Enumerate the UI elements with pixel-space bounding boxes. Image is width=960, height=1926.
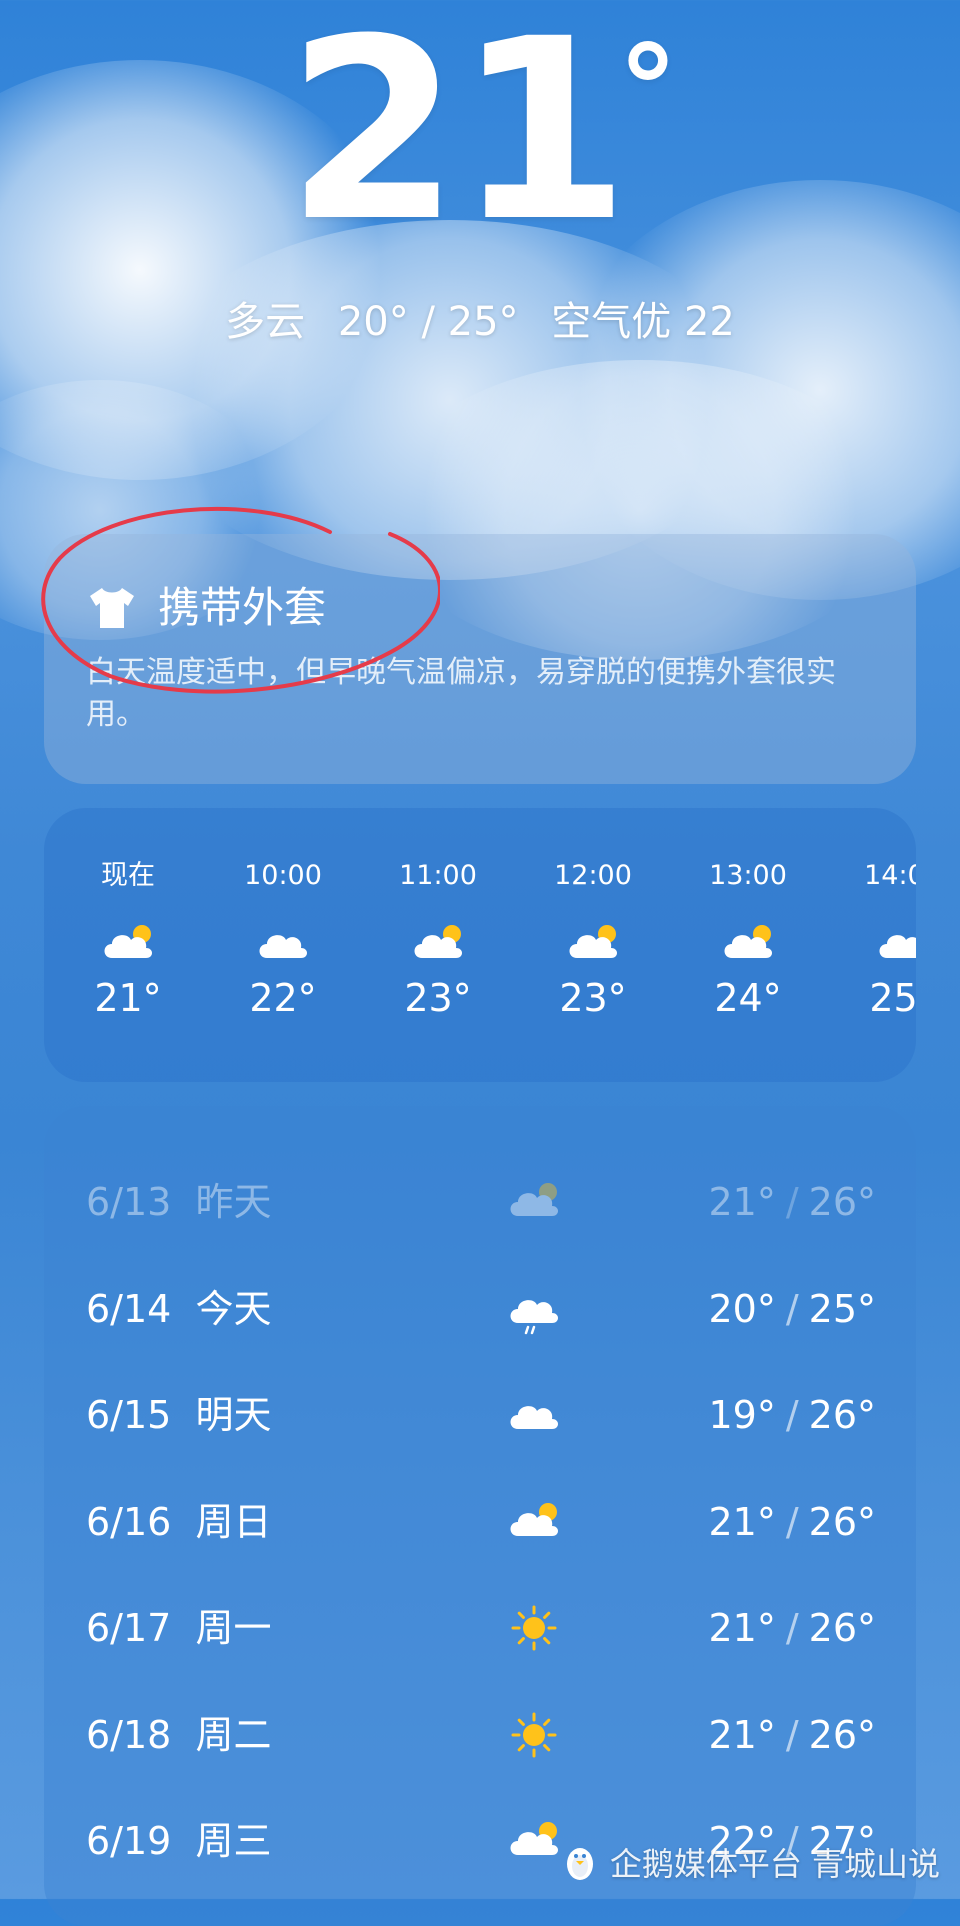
daily-row[interactable]: 6/13 昨天 21°/26° bbox=[86, 1172, 876, 1232]
day-date: 6/16 周日 bbox=[86, 1499, 272, 1544]
day-date: 6/18 周二 bbox=[86, 1712, 272, 1757]
daily-row[interactable]: 6/16 周日 21°/26° bbox=[86, 1492, 876, 1552]
day-temp-range: 21°/26° bbox=[708, 1180, 876, 1224]
hour-time: 12:00 bbox=[554, 860, 632, 891]
weather-summary: 多云 20° / 25° 空气优 22 bbox=[0, 296, 960, 348]
hour-temp: 24° bbox=[714, 976, 782, 1020]
hourly-item: 11:00 23° bbox=[373, 856, 503, 1020]
hour-temp: 22° bbox=[249, 976, 317, 1020]
advice-title: 携带外套 bbox=[158, 583, 327, 632]
partly-cloudy-icon bbox=[504, 1496, 564, 1548]
hourly-item: 现在 21° bbox=[63, 856, 193, 1020]
watermark-text: 企鹅媒体平台 青城山说 bbox=[609, 1845, 940, 1883]
hourly-item: 14:00 25° bbox=[838, 856, 916, 1020]
hour-temp: 23° bbox=[404, 976, 472, 1020]
daily-row[interactable]: 6/18 周二 21°/26° bbox=[86, 1705, 876, 1765]
day-date: 6/15 明天 bbox=[86, 1393, 272, 1437]
sunny-icon bbox=[504, 1709, 564, 1761]
daily-forecast-card[interactable]: 6/13 昨天 21°/26° 6/14 今天 20°/25° 6/15 明天 19°/2… bbox=[44, 1106, 916, 1926]
penguin-icon bbox=[566, 1848, 593, 1880]
hour-time: 13:00 bbox=[709, 860, 787, 891]
hour-time: 现在 bbox=[101, 860, 155, 891]
partly-cloudy-icon bbox=[563, 918, 623, 962]
hour-time: 10:00 bbox=[244, 860, 322, 891]
day-date: 6/13 昨天 bbox=[86, 1180, 272, 1224]
hour-time: 11:00 bbox=[399, 860, 477, 891]
clothing-advice-card[interactable]: 携带外套 白天温度适中，但早晚气温偏凉，易穿脱的便携外套很实用。 bbox=[44, 534, 916, 784]
partly-cloudy-icon bbox=[408, 918, 468, 962]
day-temp-range: 21°/26° bbox=[708, 1712, 876, 1757]
day-date: 6/17 周一 bbox=[86, 1606, 272, 1650]
daily-row[interactable]: 6/17 周一 21°/26° bbox=[86, 1598, 876, 1658]
rain-icon bbox=[504, 1283, 564, 1335]
shirt-icon bbox=[90, 588, 134, 628]
advice-text: 白天温度适中，但早晚气温偏凉，易穿脱的便携外套很实用。 bbox=[86, 655, 836, 732]
hourly-forecast-card[interactable]: 现在 21° 10:00 22° 11:00 23° 12:00 23° 13:00 24° 14:… bbox=[44, 808, 916, 1082]
cloudy-icon bbox=[504, 1389, 564, 1441]
hour-time: 14:00 bbox=[864, 860, 916, 891]
hourly-item: 10:00 22° bbox=[218, 856, 348, 1020]
partly-cloudy-icon bbox=[504, 1815, 564, 1867]
hour-temp: 25° bbox=[869, 976, 916, 1020]
day-temp-range: 20°/25° bbox=[708, 1286, 876, 1331]
cloudy-icon bbox=[253, 918, 313, 962]
day-temp-range: 21°/26° bbox=[708, 1499, 876, 1544]
partly-cloudy-icon bbox=[504, 1176, 564, 1228]
daily-row[interactable]: 6/15 明天 19°/26° bbox=[86, 1385, 876, 1445]
condition-text: 多云 bbox=[225, 299, 306, 345]
hour-temp: 21° bbox=[94, 976, 162, 1020]
current-temperature: 21° bbox=[286, 0, 678, 276]
day-date: 6/19 周三 bbox=[86, 1819, 272, 1863]
sunny-icon bbox=[504, 1602, 564, 1654]
hour-temp: 23° bbox=[559, 976, 627, 1020]
air-quality[interactable]: 空气优 22 bbox=[551, 299, 735, 345]
temperature-range: 20° / 25° bbox=[337, 299, 519, 345]
cloudy-icon bbox=[873, 918, 916, 962]
watermark: 企鹅媒体平台 青城山说 bbox=[562, 1839, 940, 1885]
hourly-item: 13:00 24° bbox=[683, 856, 813, 1020]
daily-row[interactable]: 6/14 今天 20°/25° bbox=[86, 1279, 876, 1339]
day-date: 6/14 今天 bbox=[86, 1286, 272, 1331]
day-temp-range: 21°/26° bbox=[708, 1606, 876, 1650]
day-temp-range: 19°/26° bbox=[708, 1393, 876, 1437]
partly-cloudy-icon bbox=[98, 918, 158, 962]
partly-cloudy-icon bbox=[718, 918, 778, 962]
advice-header: 携带外套 bbox=[86, 578, 326, 638]
hourly-item: 12:00 23° bbox=[528, 856, 658, 1020]
